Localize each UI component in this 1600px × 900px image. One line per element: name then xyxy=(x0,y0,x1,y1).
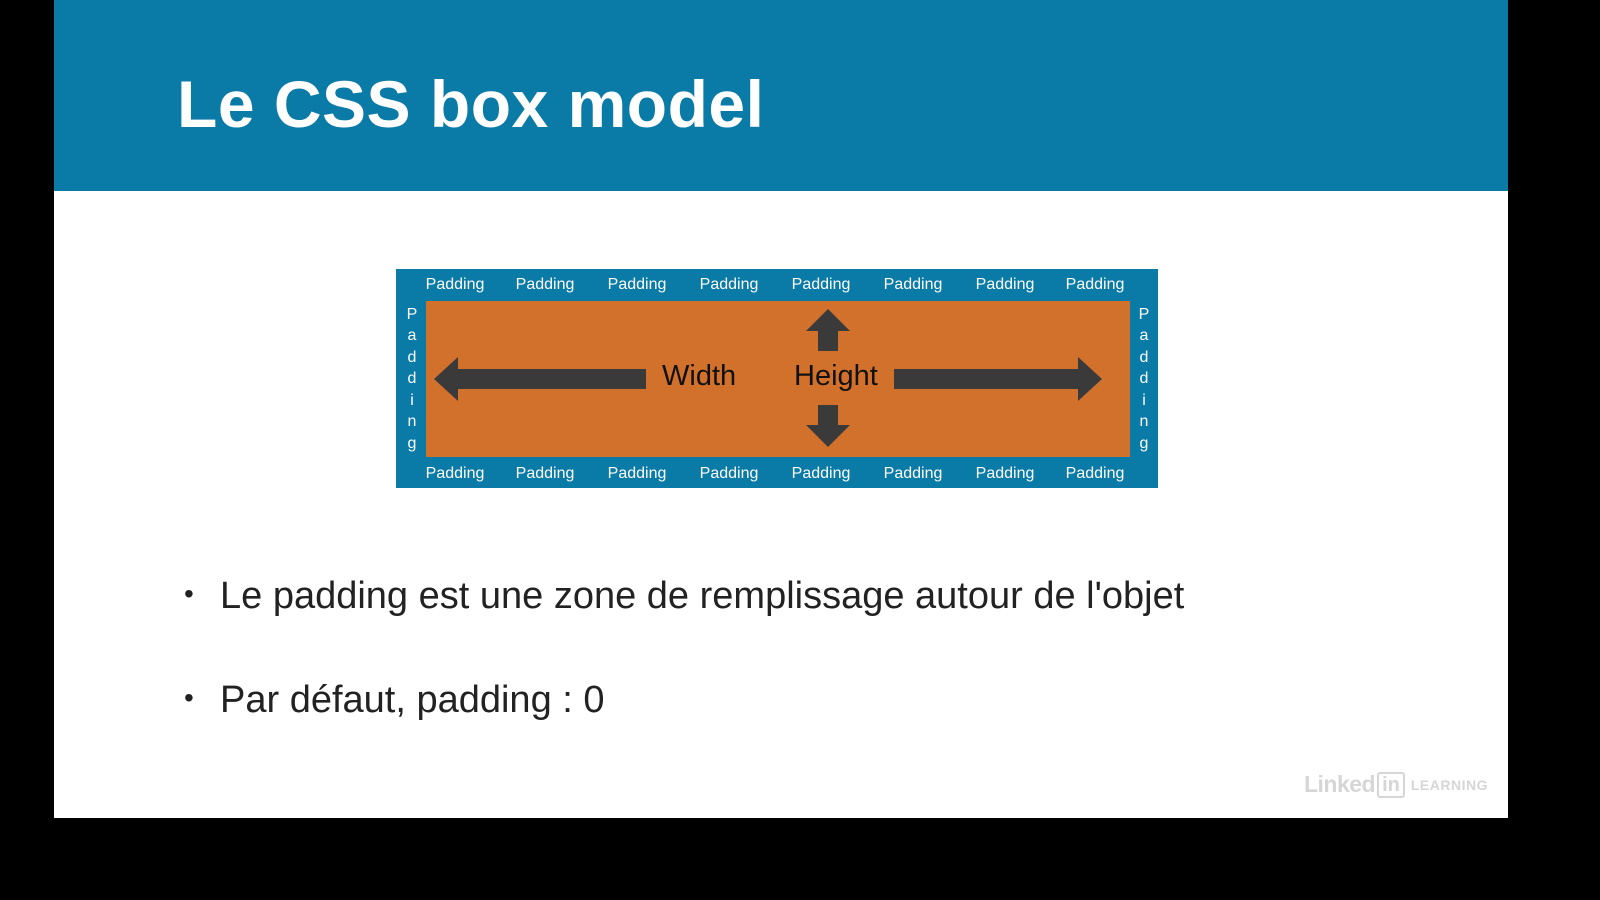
slide: Le CSS box model Padding Padding Padding… xyxy=(54,0,1508,818)
padding-row-bottom: Padding Padding Padding Padding Padding … xyxy=(396,458,1158,488)
content-box: Width Height xyxy=(426,301,1130,457)
slide-title: Le CSS box model xyxy=(177,67,765,141)
padding-label: Padding xyxy=(975,276,1035,293)
bullet-list: • Le padding est une zone de remplissage… xyxy=(184,570,1184,778)
arrow-right-icon xyxy=(894,357,1102,401)
padding-letter: d xyxy=(1139,348,1149,366)
bullet-dot-icon: • xyxy=(184,578,194,609)
padding-label: Padding xyxy=(791,465,851,482)
arrow-down-icon xyxy=(806,405,850,447)
padding-column-left: P a d d i n g xyxy=(398,299,426,459)
padding-label: Padding xyxy=(975,465,1035,482)
padding-row-top: Padding Padding Padding Padding Padding … xyxy=(396,269,1158,299)
padding-label: Padding xyxy=(699,276,759,293)
logo-linked-text: Linked xyxy=(1303,771,1376,797)
arrows-graphic xyxy=(434,309,1102,447)
padding-letter: P xyxy=(1138,305,1150,323)
padding-letter: g xyxy=(1139,434,1149,452)
linkedin-learning-logo: Linked in LEARNING xyxy=(1304,771,1488,798)
height-label: Height xyxy=(794,360,878,392)
padding-letter: P xyxy=(406,305,418,323)
bullet-item: • Par défaut, padding : 0 xyxy=(184,674,1184,778)
padding-letter: d xyxy=(407,370,417,388)
padding-label: Padding xyxy=(425,276,485,293)
padding-label: Padding xyxy=(883,276,943,293)
width-label: Width xyxy=(662,360,737,392)
padding-label: Padding xyxy=(515,465,575,482)
padding-label: Padding xyxy=(699,465,759,482)
padding-label: Padding xyxy=(791,276,851,293)
padding-letter: d xyxy=(407,348,417,366)
bullet-dot-icon: • xyxy=(184,682,194,713)
padding-label: Padding xyxy=(1065,276,1125,293)
logo-learning-text: LEARNING xyxy=(1410,776,1488,793)
bullet-text: Le padding est une zone de remplissage a… xyxy=(220,575,1185,617)
padding-label: Padding xyxy=(1065,465,1125,482)
padding-letter: a xyxy=(407,327,417,345)
padding-label: Padding xyxy=(883,465,943,482)
padding-letter: i xyxy=(1142,391,1146,409)
bullet-item: • Le padding est une zone de remplissage… xyxy=(184,570,1184,674)
bullet-text: Par défaut, padding : 0 xyxy=(220,679,605,721)
box-model-diagram: Padding Padding Padding Padding Padding … xyxy=(396,269,1158,488)
padding-letter: n xyxy=(1139,413,1149,431)
arrow-left-icon xyxy=(434,357,646,401)
padding-label: Padding xyxy=(607,276,667,293)
padding-letter: d xyxy=(1139,370,1149,388)
padding-letter: g xyxy=(407,434,417,452)
padding-label: Padding xyxy=(425,465,485,482)
padding-label: Padding xyxy=(607,465,667,482)
padding-letter: a xyxy=(1139,327,1149,345)
padding-letter: n xyxy=(407,413,417,431)
padding-label: Padding xyxy=(515,276,575,293)
padding-column-right: P a d d i n g xyxy=(1130,299,1158,459)
slide-header: Le CSS box model xyxy=(54,0,1508,191)
arrow-up-icon xyxy=(806,309,850,351)
logo-in-badge: in xyxy=(1377,771,1405,798)
padding-letter: i xyxy=(410,391,414,409)
